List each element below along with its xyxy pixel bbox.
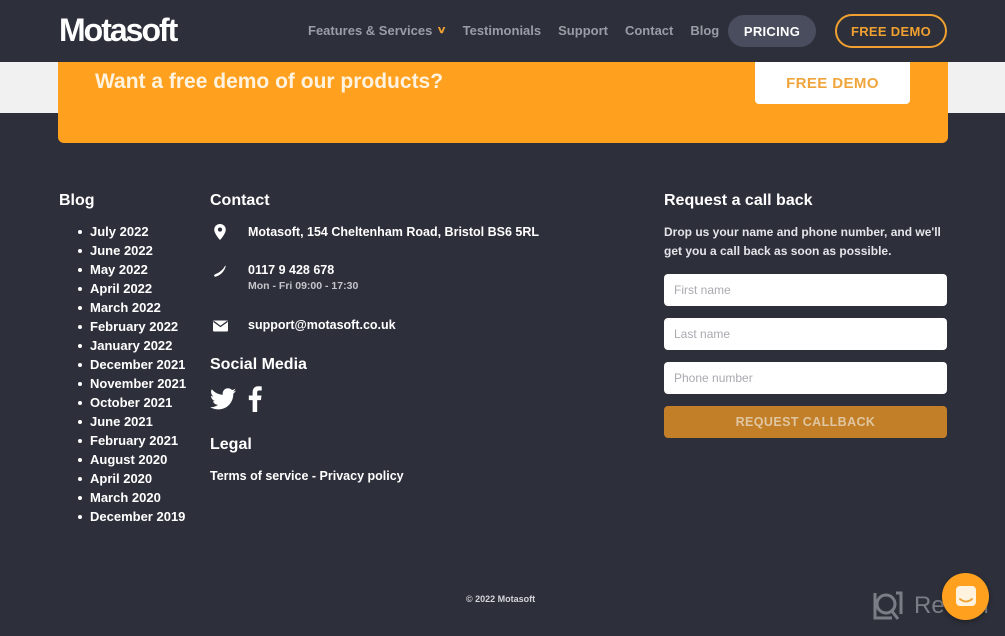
nav-contact[interactable]: Contact <box>625 23 673 38</box>
contact-title: Contact <box>210 192 270 209</box>
privacy-policy-link[interactable]: Privacy policy <box>320 469 404 483</box>
legal-title: Legal <box>210 436 252 453</box>
contact-phone-block: 0117 9 428 678 Mon - Fri 09:00 - 17:30 <box>248 263 358 292</box>
nav-testimonials[interactable]: Testimonials <box>463 23 542 38</box>
blog-archive-link[interactable]: February 2022 <box>59 317 186 336</box>
blog-archive-link[interactable]: February 2021 <box>59 431 186 450</box>
request-callback-button[interactable]: REQUEST CALLBACK <box>664 406 947 438</box>
blog-column: Blog July 2022 June 2022 May 2022 April … <box>59 192 186 526</box>
callback-description: Drop us your name and phone number, and … <box>664 225 941 258</box>
blog-archive-link[interactable]: March 2022 <box>59 298 186 317</box>
blog-archive-link[interactable]: November 2021 <box>59 374 186 393</box>
first-name-input[interactable] <box>664 274 947 306</box>
chevron-down-icon: ∨ <box>436 25 448 36</box>
facebook-icon[interactable] <box>248 386 262 412</box>
contact-email[interactable]: support@motasoft.co.uk <box>248 318 396 332</box>
blog-archive-link[interactable]: April 2020 <box>59 469 186 488</box>
phone-icon <box>213 265 226 277</box>
blog-archive-link[interactable]: May 2022 <box>59 260 186 279</box>
twitter-icon[interactable] <box>210 388 236 410</box>
chat-widget-button[interactable] <box>942 573 989 620</box>
contact-address: Motasoft, 154 Cheltenham Road, Bristol B… <box>248 225 540 239</box>
blog-archive-link[interactable]: April 2022 <box>59 279 186 298</box>
map-pin-icon <box>214 224 226 240</box>
nav-blog[interactable]: Blog <box>690 23 719 38</box>
blog-archive-link[interactable]: August 2020 <box>59 450 186 469</box>
blog-archive-link[interactable]: December 2021 <box>59 355 186 374</box>
blog-archive-link[interactable]: June 2022 <box>59 241 186 260</box>
main-nav: Features & Services ∨ Testimonials Suppo… <box>308 23 736 38</box>
site-header: Motasoft Features & Services ∨ Testimoni… <box>0 0 1005 62</box>
nav-features-services[interactable]: Features & Services ∨ <box>308 23 448 38</box>
contact-phone[interactable]: 0117 9 428 678 <box>248 263 358 277</box>
callback-title: Request a call back <box>664 192 813 209</box>
revain-logo-icon <box>873 591 903 620</box>
banner-title: Want a free demo of our products? <box>95 70 444 93</box>
blog-archive-list: July 2022 June 2022 May 2022 April 2022 … <box>59 222 186 526</box>
blog-archive-link[interactable]: December 2019 <box>59 507 186 526</box>
blog-title: Blog <box>59 192 95 209</box>
blog-archive-link[interactable]: January 2022 <box>59 336 186 355</box>
pricing-button[interactable]: PRICING <box>728 15 816 47</box>
nav-support[interactable]: Support <box>558 23 608 38</box>
legal-links: Terms of service - Privacy policy <box>210 469 404 483</box>
free-demo-banner: Want a free demo of our products? FREE D… <box>58 62 948 143</box>
terms-of-service-link[interactable]: Terms of service <box>210 469 308 483</box>
phone-number-input[interactable] <box>664 362 947 394</box>
contact-column: Contact Motasoft, 154 Cheltenham Road, B… <box>210 192 610 483</box>
social-media-title: Social Media <box>210 356 307 373</box>
free-demo-header-button[interactable]: FREE DEMO <box>835 14 947 48</box>
chat-icon <box>955 585 976 606</box>
blog-archive-link[interactable]: March 2020 <box>59 488 186 507</box>
free-demo-banner-button[interactable]: FREE DEMO <box>755 62 910 104</box>
logo[interactable]: Motasoft <box>59 12 178 49</box>
last-name-input[interactable] <box>664 318 947 350</box>
blog-archive-link[interactable]: October 2021 <box>59 393 186 412</box>
nav-label: Features & Services <box>308 23 433 38</box>
blog-archive-link[interactable]: June 2021 <box>59 412 186 431</box>
blog-archive-link[interactable]: July 2022 <box>59 222 186 241</box>
social-icons <box>210 386 262 412</box>
envelope-icon <box>213 320 228 332</box>
callback-form: Request a call back Drop us your name an… <box>664 192 948 438</box>
copyright: © 2022 Motasoft <box>466 594 536 604</box>
contact-hours: Mon - Fri 09:00 - 17:30 <box>248 280 359 292</box>
legal-separator: - <box>308 469 320 483</box>
